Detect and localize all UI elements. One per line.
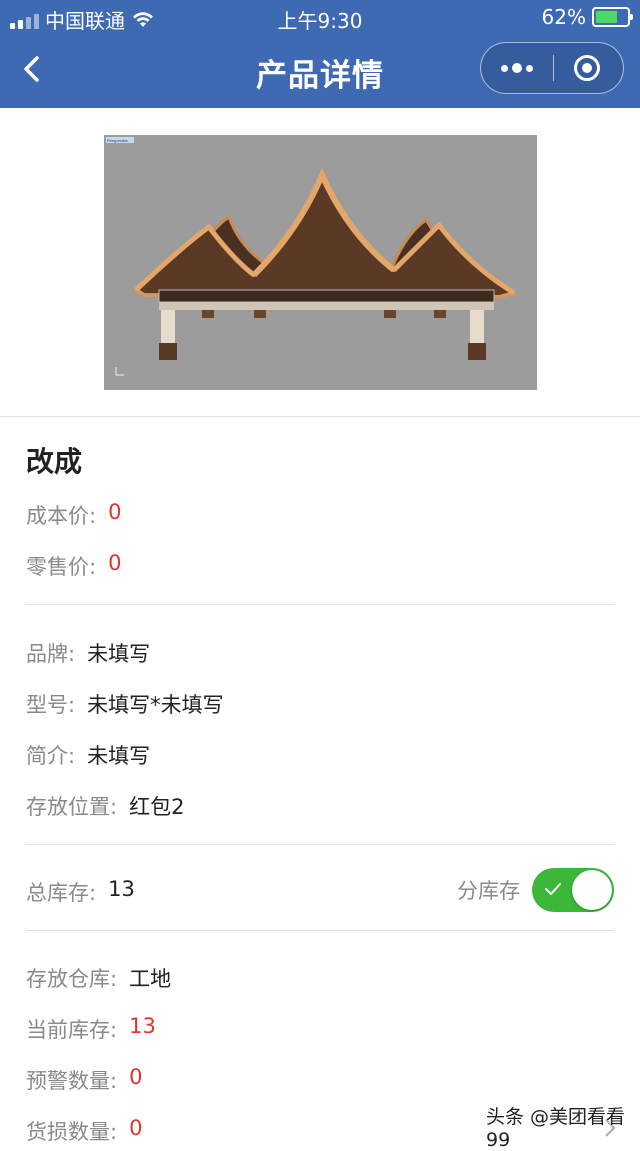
warehouse-row: 存放仓库: 工地 (26, 963, 171, 993)
status-bar: 中国联通 上午9:30 62% (0, 0, 640, 34)
damage-quantity-label: 货损数量: (26, 1120, 118, 1144)
brand-row: 品牌: 未填写 (26, 638, 150, 668)
toggle-knob (572, 870, 612, 910)
warning-quantity-row: 预警数量: 0 (26, 1065, 142, 1095)
warehouse-value: 工地 (129, 967, 172, 991)
brand-value: 未填写 (87, 642, 151, 666)
close-button[interactable] (551, 43, 623, 93)
intro-row: 简介: 未填写 (26, 740, 150, 770)
battery-info: 62% (541, 5, 633, 29)
damage-quantity-row: 货损数量: 0 (26, 1116, 142, 1146)
model-value: 未填写*未填写 (87, 693, 224, 717)
section-divider (26, 604, 614, 605)
brand-label: 品牌: (26, 642, 76, 666)
cost-price-label: 成本价: (26, 504, 97, 528)
product-name: 改成 (26, 445, 83, 478)
intro-label: 简介: (26, 744, 76, 768)
total-stock-label: 总库存: (26, 881, 97, 905)
total-stock-value: 13 (108, 877, 135, 901)
battery-percent: 62% (541, 5, 586, 29)
current-stock-value: 13 (129, 1014, 156, 1038)
warning-quantity-label: 预警数量: (26, 1069, 118, 1093)
mini-program-capsule (480, 42, 624, 94)
sub-stock-switch-area: 分库存 (457, 868, 614, 912)
top-bar: 中国联通 上午9:30 62% 产品详情 (0, 0, 640, 108)
warehouse-label: 存放仓库: (26, 967, 118, 991)
retail-price-value: 0 (108, 551, 122, 575)
cost-price-value: 0 (108, 500, 122, 524)
warning-quantity-value: 0 (129, 1065, 143, 1089)
sub-stock-toggle[interactable] (532, 868, 614, 912)
model-label: 型号: (26, 693, 76, 717)
intro-value: 未填写 (87, 744, 151, 768)
model-row: 型号: 未填写*未填写 (26, 689, 224, 719)
location-row: 存放位置: 红包2 (26, 791, 184, 821)
watermark-text: 头条 @美团看看99 (486, 1106, 626, 1151)
more-button[interactable] (481, 43, 553, 93)
retail-price-row: 零售价: 0 (26, 551, 121, 581)
total-stock-row: 总库存: 13 (26, 877, 135, 907)
target-circle-icon (574, 55, 600, 81)
viewport-label: Perspective (107, 138, 129, 143)
section-divider (26, 930, 614, 931)
retail-price-label: 零售价: (26, 555, 97, 579)
damage-quantity-value: 0 (129, 1116, 143, 1140)
current-stock-row: 当前库存: 13 (26, 1014, 156, 1044)
section-divider (26, 844, 614, 845)
navigation-bar: 产品详情 (0, 34, 640, 108)
pavilion-illustration: Perspective (104, 135, 537, 390)
location-label: 存放位置: (26, 795, 118, 819)
more-dots-icon (501, 64, 508, 72)
battery-icon (592, 7, 633, 27)
location-value: 红包2 (129, 795, 185, 819)
current-stock-label: 当前库存: (26, 1018, 118, 1042)
image-divider (0, 416, 640, 417)
sub-stock-label: 分库存 (457, 879, 520, 903)
check-icon (545, 883, 561, 895)
product-image[interactable]: Perspective (104, 135, 537, 390)
cost-price-row: 成本价: 0 (26, 500, 121, 530)
